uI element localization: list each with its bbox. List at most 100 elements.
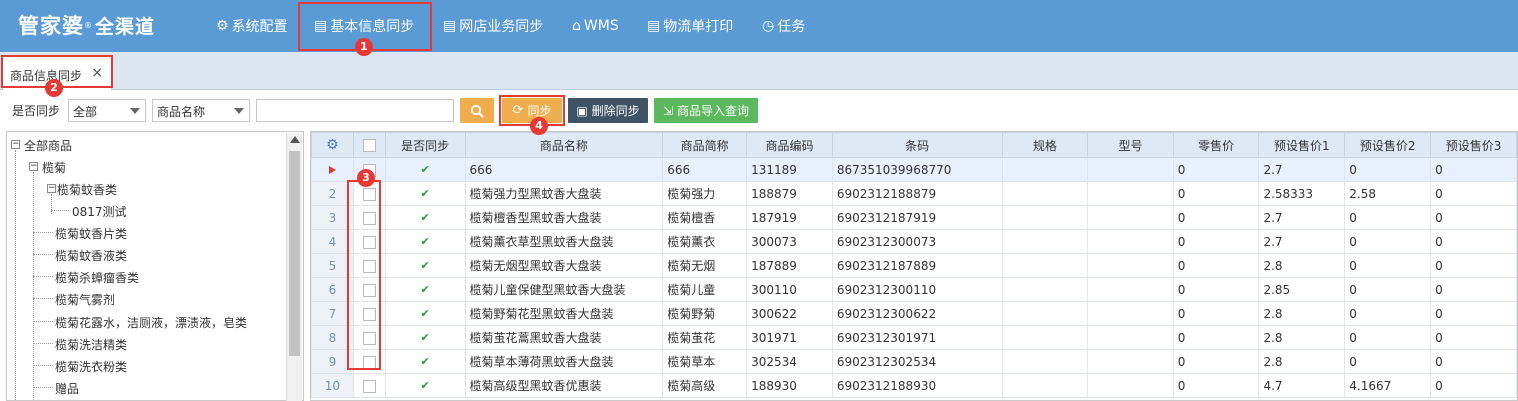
- tree-scrollbar[interactable]: [286, 133, 302, 401]
- cell-model: [1087, 229, 1174, 254]
- tree-node-category[interactable]: 榄菊杀蟑瘤香类: [55, 269, 139, 286]
- cell-retail: 0: [1172, 253, 1260, 278]
- search-input[interactable]: [256, 99, 454, 122]
- cell-name: 榄菊无烟型黑蚊香大盘装: [464, 253, 664, 278]
- collapse-icon[interactable]: −: [11, 140, 20, 149]
- cell-p3: 0: [1430, 181, 1517, 206]
- cell-name: 榄菊儿童保健型黑蚊香大盘装: [464, 277, 664, 302]
- table-row[interactable]: 2 ✔ 榄菊强力型黑蚊香大盘装 榄菊强力 188879 6902312188879 0 2.5…: [311, 181, 1517, 206]
- delete-sync-button[interactable]: ▣ 删除同步: [568, 98, 648, 123]
- tree-node-category[interactable]: 榄菊洗衣粉类: [55, 358, 127, 375]
- table-row[interactable]: 8 ✔ 榄菊茧花蒿黑蚊香大盘装 榄菊茧花 301971 6902312301971 0 2.8…: [311, 325, 1517, 350]
- table-row[interactable]: 9 ✔ 榄菊草本薄荷黑蚊香大盘装 榄菊草本 302534 6902312302534 0 2.…: [311, 349, 1517, 374]
- current-row-icon: [328, 165, 336, 174]
- tree-node-test[interactable]: 0817测试: [72, 203, 127, 220]
- collapse-icon[interactable]: −: [29, 162, 38, 171]
- import-query-button[interactable]: ⇲ 商品导入查询: [654, 98, 758, 123]
- nav-shop-business-sync[interactable]: ▤ 网店业务同步: [443, 0, 543, 52]
- cell-spec: [1001, 349, 1089, 374]
- cell-p1: 4.7: [1258, 373, 1346, 398]
- highlight-box: [347, 180, 381, 370]
- annotation-badge: 1: [355, 38, 373, 56]
- search-field-select[interactable]: 商品名称: [152, 99, 250, 122]
- tree-root[interactable]: 全部商品: [24, 137, 72, 154]
- cell-code: 300073: [746, 229, 833, 254]
- cell-p2: 0: [1344, 229, 1432, 254]
- col-header[interactable]: 是否同步: [384, 132, 466, 158]
- nav-wms[interactable]: ⌂ WMS: [572, 0, 619, 52]
- tree-node-mosquito-coil[interactable]: 榄菊蚊香类: [57, 181, 117, 198]
- home-icon: ⌂: [572, 18, 581, 34]
- col-header[interactable]: 商品名称: [464, 132, 664, 158]
- cell-p3: 0: [1430, 349, 1517, 374]
- row-number: 10: [311, 373, 354, 398]
- table-row[interactable]: 3 ✔ 榄菊檀香型黑蚊香大盘装 榄菊檀香 187919 6902312187919 0 2.7…: [311, 205, 1517, 230]
- sync-filter-select[interactable]: 全部: [68, 99, 146, 122]
- tree-node-category[interactable]: 榄菊洗洁精类: [55, 336, 127, 353]
- col-header[interactable]: 商品简称: [662, 132, 748, 158]
- cell-barcode: 867351039968770: [831, 157, 1003, 182]
- cell-retail: 0: [1172, 277, 1260, 302]
- cell-short: 榄菊无烟: [662, 253, 748, 278]
- cell-p2: 4.1667: [1344, 373, 1432, 398]
- clock-icon: ◷: [762, 18, 775, 34]
- col-header[interactable]: 条码: [831, 132, 1003, 158]
- grid-header: ⚙ 是否同步 商品名称 商品简称 商品编码 条码 规格 型号 零售价 预设售价1…: [311, 132, 1517, 158]
- cell-p3: 0: [1430, 373, 1517, 398]
- nav-tasks[interactable]: ◷ 任务: [762, 0, 805, 52]
- cell-p3: 0: [1430, 325, 1517, 350]
- search-icon: [470, 104, 484, 118]
- tree-node-category[interactable]: 榄菊蚊香片类: [55, 225, 127, 242]
- cell-synced: ✔: [384, 253, 466, 278]
- nav-system-config[interactable]: ⚙ 系统配置: [216, 0, 288, 52]
- table-row[interactable]: 7 ✔ 榄菊野菊花型黑蚊香大盘装 榄菊野菊 300622 6902312300622 0 2.…: [311, 301, 1517, 326]
- col-header[interactable]: 零售价: [1172, 132, 1260, 158]
- table-row[interactable]: 6 ✔ 榄菊儿童保健型黑蚊香大盘装 榄菊儿童 300110 6902312300110 0 2…: [311, 277, 1517, 302]
- cell-synced: ✔: [384, 277, 466, 302]
- col-header[interactable]: 预设售价2: [1344, 132, 1432, 158]
- cell-p1: 2.7: [1258, 205, 1346, 230]
- cell-name: 榄菊野菊花型黑蚊香大盘装: [464, 301, 664, 326]
- cell-synced: ✔: [384, 349, 466, 374]
- table-row[interactable]: 4 ✔ 榄菊薰衣草型黑蚊香大盘装 榄菊薰衣 300073 6902312300073 0 2.…: [311, 229, 1517, 254]
- cell-code: 301971: [746, 325, 833, 350]
- col-header[interactable]: 预设售价1: [1258, 132, 1346, 158]
- cell-barcode: 6902312188930: [831, 373, 1003, 398]
- tree-node-category[interactable]: 赠品: [55, 380, 79, 397]
- cell-retail: 0: [1172, 349, 1260, 374]
- cell-p2: 0: [1344, 157, 1432, 182]
- search-button[interactable]: [460, 98, 494, 123]
- row-number: [311, 157, 354, 182]
- cell-synced: ✔: [384, 205, 466, 230]
- tree-node-lanju[interactable]: 榄菊: [42, 159, 66, 176]
- table-row[interactable]: 5 ✔ 榄菊无烟型黑蚊香大盘装 榄菊无烟 187889 6902312187889 0 2.8…: [311, 253, 1517, 278]
- tree-node-category[interactable]: 榄菊气雾剂: [55, 291, 115, 308]
- col-header[interactable]: 商品编码: [746, 132, 833, 158]
- cell-name: 榄菊檀香型黑蚊香大盘装: [464, 205, 664, 230]
- scroll-thumb[interactable]: [289, 151, 300, 356]
- cell-code: 300622: [746, 301, 833, 326]
- table-row[interactable]: ✔ 666 666 131189 867351039968770 0 2.7 0 0: [311, 157, 1517, 182]
- cell-retail: 0: [1172, 181, 1260, 206]
- select-all-checkbox[interactable]: [352, 132, 386, 158]
- cell-barcode: 6902312300110: [831, 277, 1003, 302]
- scroll-up-icon[interactable]: [290, 136, 300, 143]
- cell-code: 300110: [746, 277, 833, 302]
- cell-p2: 0: [1344, 253, 1432, 278]
- nav-logistics-print[interactable]: ▤ 物流单打印: [647, 0, 733, 52]
- row-checkbox[interactable]: [352, 373, 386, 398]
- collapse-icon[interactable]: −: [47, 184, 56, 193]
- cell-p3: 0: [1430, 253, 1517, 278]
- list-icon: ▤: [443, 18, 457, 34]
- tree-node-category[interactable]: 榄菊花露水，洁厕液，漂渍液，皂类: [55, 314, 247, 331]
- cell-name: 榄菊高级型黑蚊香优惠装: [464, 373, 664, 398]
- col-header[interactable]: 型号: [1087, 132, 1174, 158]
- cell-spec: [1001, 373, 1089, 398]
- table-row[interactable]: 10 ✔ 榄菊高级型黑蚊香优惠装 榄菊高级 188930 6902312188930 0 4.…: [311, 373, 1517, 398]
- col-header[interactable]: 规格: [1001, 132, 1089, 158]
- settings-icon[interactable]: ⚙: [311, 132, 354, 158]
- tree-node-category[interactable]: 榄菊蚊香液类: [55, 247, 127, 264]
- cell-synced: ✔: [384, 229, 466, 254]
- col-header[interactable]: 预设售价3: [1430, 132, 1517, 158]
- sync-filter-label: 是否同步: [12, 104, 61, 118]
